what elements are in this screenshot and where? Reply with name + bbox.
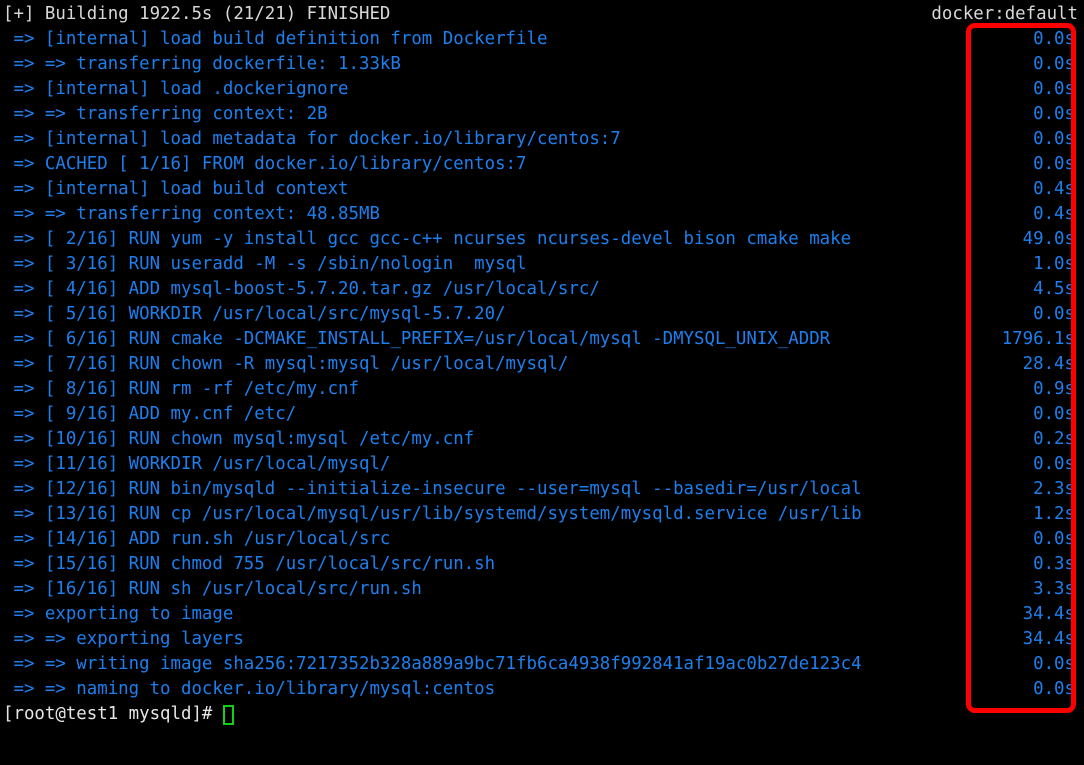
build-step-text: => => transferring context: 48.85MB: [3, 204, 380, 224]
build-step-row: => [11/16] WORKDIR /usr/local/mysql/0.0s: [0, 452, 1084, 477]
build-step-duration: 0.0s: [1033, 129, 1075, 149]
build-step-duration: 0.4s: [1033, 179, 1075, 199]
terminal-output: [+] Building 1922.5s (21/21) FINISHED do…: [0, 2, 1084, 727]
build-step-row: => [ 7/16] RUN chown -R mysql:mysql /usr…: [0, 352, 1084, 377]
build-step-row: => [16/16] RUN sh /usr/local/src/run.sh 3…: [0, 577, 1084, 602]
build-step-row: => [internal] load .dockerignore 0.0s: [0, 77, 1084, 102]
build-step-text: => [ 7/16] RUN chown -R mysql:mysql /usr…: [3, 354, 569, 374]
build-step-duration: 0.0s: [1033, 529, 1075, 549]
build-step-row: => => transferring context: 2B 0.0s: [0, 102, 1084, 127]
build-step-text: => [12/16] RUN bin/mysqld --initialize-i…: [3, 479, 862, 499]
build-step-text: => [11/16] WORKDIR /usr/local/mysql/: [3, 454, 391, 474]
build-step-row: => [ 6/16] RUN cmake -DCMAKE_INSTALL_PRE…: [0, 327, 1084, 352]
build-step-duration: 1.2s: [1033, 504, 1075, 524]
terminal-window[interactable]: [+] Building 1922.5s (21/21) FINISHED do…: [0, 0, 1084, 765]
build-step-duration: 1.0s: [1033, 254, 1075, 274]
build-step-duration: 34.4s: [1022, 629, 1075, 649]
build-step-text: => => naming to docker.io/library/mysql:…: [3, 679, 496, 699]
build-step-row: => [12/16] RUN bin/mysqld --initialize-i…: [0, 477, 1084, 502]
build-step-text: => => exporting layers: [3, 629, 244, 649]
build-step-row: => [10/16] RUN chown mysql:mysql /etc/my…: [0, 427, 1084, 452]
build-step-row: => [ 4/16] ADD mysql-boost-5.7.20.tar.gz…: [0, 277, 1084, 302]
build-step-row: => [15/16] RUN chmod 755 /usr/local/src/…: [0, 552, 1084, 577]
build-step-duration: 0.0s: [1033, 154, 1075, 174]
build-step-row: => [ 5/16] WORKDIR /usr/local/src/mysql-…: [0, 302, 1084, 327]
build-step-duration: 0.9s: [1033, 379, 1075, 399]
build-step-text: => [internal] load .dockerignore: [3, 79, 349, 99]
build-step-duration: 0.0s: [1033, 679, 1075, 699]
build-step-duration: 0.0s: [1033, 54, 1075, 74]
build-driver-context: docker:default: [931, 4, 1078, 24]
build-step-row: => => transferring dockerfile: 1.33kB 0.0…: [0, 52, 1084, 77]
build-step-duration: 0.0s: [1033, 29, 1075, 49]
build-step-text: => [ 5/16] WORKDIR /usr/local/src/mysql-…: [3, 304, 506, 324]
build-step-duration: 49.0s: [1022, 229, 1075, 249]
build-step-row: => => exporting layers 34.4s: [0, 627, 1084, 652]
build-step-row: => exporting to image 34.4s: [0, 602, 1084, 627]
build-step-duration: 0.0s: [1033, 304, 1075, 324]
build-step-duration: 0.4s: [1033, 204, 1075, 224]
build-step-text: => [ 9/16] ADD my.cnf /etc/: [3, 404, 297, 424]
build-step-row: => [ 3/16] RUN useradd -M -s /sbin/nolog…: [0, 252, 1084, 277]
build-step-duration: 0.0s: [1033, 454, 1075, 474]
build-step-text: => [16/16] RUN sh /usr/local/src/run.sh: [3, 579, 422, 599]
build-step-duration: 4.5s: [1033, 279, 1075, 299]
build-step-text: => [internal] load build definition from…: [3, 29, 548, 49]
build-step-text: => [ 2/16] RUN yum -y install gcc gcc-c+…: [3, 229, 852, 249]
build-step-text: => [ 8/16] RUN rm -rf /etc/my.cnf: [3, 379, 359, 399]
build-step-row: => [internal] load metadata for docker.i…: [0, 127, 1084, 152]
build-step-text: => [15/16] RUN chmod 755 /usr/local/src/…: [3, 554, 496, 574]
build-step-row: => [14/16] ADD run.sh /usr/local/src 0.0s: [0, 527, 1084, 552]
build-step-text: => [internal] load build context: [3, 179, 349, 199]
build-step-row: => [ 9/16] ADD my.cnf /etc/0.0s: [0, 402, 1084, 427]
build-step-text: => [internal] load metadata for docker.i…: [3, 129, 621, 149]
build-step-list: => [internal] load build definition from…: [0, 27, 1084, 702]
build-step-text: => [13/16] RUN cp /usr/local/mysql/usr/l…: [3, 504, 862, 524]
text-cursor: [222, 705, 234, 725]
shell-prompt-line[interactable]: [root@test1 mysqld]#: [0, 702, 1084, 727]
build-step-text: => [10/16] RUN chown mysql:mysql /etc/my…: [3, 429, 475, 449]
build-step-duration: 0.0s: [1033, 104, 1075, 124]
build-step-duration: 0.0s: [1033, 79, 1075, 99]
build-step-text: => exporting to image: [3, 604, 234, 624]
build-step-text: => => transferring dockerfile: 1.33kB: [3, 54, 401, 74]
build-step-row: => [13/16] RUN cp /usr/local/mysql/usr/l…: [0, 502, 1084, 527]
build-step-duration: 0.0s: [1033, 654, 1075, 674]
build-step-row: => [ 8/16] RUN rm -rf /etc/my.cnf 0.9s: [0, 377, 1084, 402]
build-step-text: => => transferring context: 2B: [3, 104, 328, 124]
build-step-duration: 3.3s: [1033, 579, 1075, 599]
build-step-text: => [ 3/16] RUN useradd -M -s /sbin/nolog…: [3, 254, 527, 274]
build-step-duration: 34.4s: [1022, 604, 1075, 624]
build-step-text: => [14/16] ADD run.sh /usr/local/src: [3, 529, 391, 549]
build-status-header: [+] Building 1922.5s (21/21) FINISHED do…: [0, 2, 1084, 27]
build-step-row: => CACHED [ 1/16] FROM docker.io/library…: [0, 152, 1084, 177]
build-step-row: => => transferring context: 48.85MB 0.4s: [0, 202, 1084, 227]
build-step-row: => [internal] load build context 0.4s: [0, 177, 1084, 202]
build-step-duration: 28.4s: [1022, 354, 1075, 374]
build-step-text: => [ 4/16] ADD mysql-boost-5.7.20.tar.gz…: [3, 279, 600, 299]
build-step-duration: 0.0s: [1033, 404, 1075, 424]
build-step-duration: 1796.1s: [1001, 329, 1075, 349]
build-step-row: => [ 2/16] RUN yum -y install gcc gcc-c+…: [0, 227, 1084, 252]
shell-prompt: [root@test1 mysqld]#: [3, 704, 223, 724]
build-step-row: => => writing image sha256:7217352b328a8…: [0, 652, 1084, 677]
build-step-row: => => naming to docker.io/library/mysql:…: [0, 677, 1084, 702]
build-step-text: => CACHED [ 1/16] FROM docker.io/library…: [3, 154, 527, 174]
build-status-title: [+] Building 1922.5s (21/21) FINISHED: [3, 4, 391, 24]
build-step-duration: 0.3s: [1033, 554, 1075, 574]
build-step-row: => [internal] load build definition from…: [0, 27, 1084, 52]
build-step-duration: 2.3s: [1033, 479, 1075, 499]
build-step-text: => => writing image sha256:7217352b328a8…: [3, 654, 862, 674]
build-step-text: => [ 6/16] RUN cmake -DCMAKE_INSTALL_PRE…: [3, 329, 831, 349]
build-step-duration: 0.2s: [1033, 429, 1075, 449]
